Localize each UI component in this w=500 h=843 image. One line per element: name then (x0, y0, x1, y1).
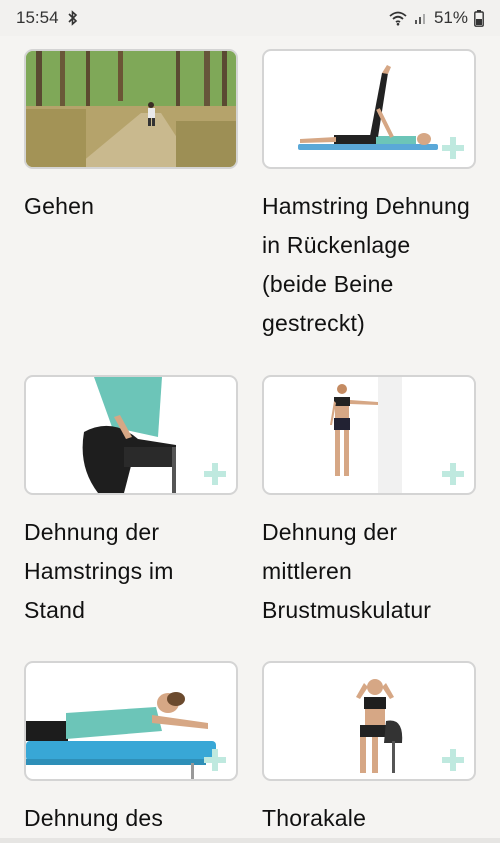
exercise-title[interactable]: Gehen (24, 187, 238, 226)
exercise-card[interactable]: Gehen (24, 49, 238, 226)
exercise-title[interactable]: Dehnung des (24, 799, 238, 838)
exercise-thumbnail[interactable] (262, 49, 476, 169)
exercise-title[interactable]: Dehnung der Hamstrings im Stand (24, 513, 238, 630)
add-plus-icon (204, 463, 226, 485)
exercise-thumbnail[interactable] (24, 661, 238, 781)
exercise-card[interactable]: Dehnung der mittleren Brustmuskulatur (262, 375, 476, 630)
wifi-icon (389, 11, 407, 26)
battery-icon (474, 9, 484, 27)
exercise-thumbnail[interactable] (262, 375, 476, 495)
signal-icon (414, 14, 425, 24)
add-plus-icon (442, 463, 464, 485)
exercise-card[interactable]: Dehnung der Hamstrings im Stand (24, 375, 238, 630)
exercise-title[interactable]: Hamstring Dehnung in Rückenlage (beide B… (262, 187, 476, 343)
add-plus-icon (442, 749, 464, 771)
exercise-card[interactable]: Dehnung des (24, 661, 238, 838)
exercise-thumbnail[interactable] (24, 49, 238, 169)
bottom-divider (0, 838, 500, 843)
exercise-title[interactable]: Dehnung der mittleren Brustmuskulatur (262, 513, 476, 630)
add-plus-icon (204, 749, 226, 771)
status-time: 15:54 (16, 8, 59, 27)
status-bar: 15:54 51% (0, 0, 500, 36)
exercise-title[interactable]: Thorakale (262, 799, 476, 838)
walking-forest-photo (26, 51, 236, 167)
exercise-thumbnail[interactable] (262, 661, 476, 781)
bluetooth-icon (67, 10, 77, 26)
exercise-card[interactable]: Thorakale (262, 661, 476, 838)
battery-percent: 51% (433, 8, 468, 27)
exercise-card[interactable]: Hamstring Dehnung in Rückenlage (beide B… (262, 49, 476, 343)
exercise-thumbnail[interactable] (24, 375, 238, 495)
add-plus-icon (442, 137, 464, 159)
